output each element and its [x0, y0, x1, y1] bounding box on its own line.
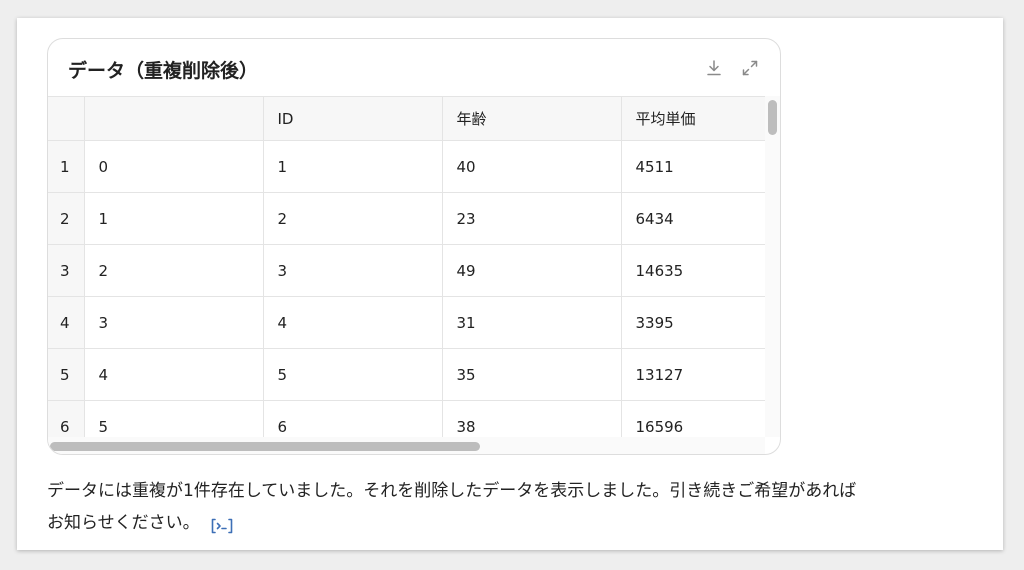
- column-header-unnamed: [84, 96, 264, 141]
- table-cell: 23: [442, 192, 622, 245]
- expand-icon[interactable]: [739, 57, 761, 79]
- table-row: 2 1 2 23 6434: [48, 192, 765, 245]
- row-index: 1: [48, 140, 85, 193]
- table-cell: 3395: [621, 296, 765, 349]
- table-cell: 49: [442, 244, 622, 297]
- card-title: データ（重複削除後）: [68, 60, 259, 82]
- table-row: 4 3 4 31 3395: [48, 296, 765, 349]
- page: データ（重複削除後） ID 年齢 平均単価 1 0 1 40 4511 2 1 …: [17, 18, 1003, 550]
- table-cell: 2: [84, 244, 264, 297]
- data-table: ID 年齢 平均単価 1 0 1 40 4511 2 1 2 23 6434 3…: [48, 96, 765, 437]
- message-line-2: お知らせください。: [47, 507, 977, 539]
- table-cell: 4: [263, 296, 443, 349]
- table-cell: 4511: [621, 140, 765, 193]
- row-index: 5: [48, 348, 85, 401]
- table-cell: 4: [84, 348, 264, 401]
- table-cell: 35: [442, 348, 622, 401]
- table-row: 6 5 6 38 16596: [48, 400, 765, 437]
- table-cell: 5: [263, 348, 443, 401]
- message-line-2-text: お知らせください。: [47, 513, 200, 533]
- table-cell: 14635: [621, 244, 765, 297]
- table-cell: 0: [84, 140, 264, 193]
- code-view-icon[interactable]: [210, 514, 234, 534]
- table-cell: 5: [84, 400, 264, 437]
- table-cell: 1: [263, 140, 443, 193]
- row-index: 6: [48, 400, 85, 437]
- table-row: 5 4 5 35 13127: [48, 348, 765, 401]
- row-index: 2: [48, 192, 85, 245]
- download-icon[interactable]: [703, 57, 725, 79]
- column-header-age: 年齢: [442, 96, 622, 141]
- horizontal-scrollbar[interactable]: [48, 437, 765, 454]
- table-cell: 13127: [621, 348, 765, 401]
- table-row: 3 2 3 49 14635: [48, 244, 765, 297]
- table-row: 1 0 1 40 4511: [48, 140, 765, 193]
- table-cell: 6434: [621, 192, 765, 245]
- column-header-avg-price: 平均単価: [621, 96, 765, 141]
- vertical-scrollbar[interactable]: [765, 96, 780, 437]
- vertical-scroll-thumb[interactable]: [768, 100, 777, 135]
- table-cell: 3: [84, 296, 264, 349]
- row-index: 4: [48, 296, 85, 349]
- table-cell: 31: [442, 296, 622, 349]
- data-table-card: データ（重複削除後） ID 年齢 平均単価 1 0 1 40 4511 2 1 …: [47, 38, 781, 455]
- table-cell: 38: [442, 400, 622, 437]
- table-cell: 2: [263, 192, 443, 245]
- horizontal-scroll-thumb[interactable]: [50, 442, 480, 451]
- table-cell: 6: [263, 400, 443, 437]
- table-cell: 3: [263, 244, 443, 297]
- row-index: 3: [48, 244, 85, 297]
- table-viewport[interactable]: ID 年齢 平均単価 1 0 1 40 4511 2 1 2 23 6434 3…: [48, 96, 765, 437]
- column-header-id: ID: [263, 96, 443, 141]
- column-header-index: [48, 96, 85, 141]
- message-line-1: データには重複が1件存在していました。それを削除したデータを表示しました。引き続…: [47, 481, 857, 501]
- table-cell: 1: [84, 192, 264, 245]
- card-header: データ（重複削除後）: [48, 39, 780, 96]
- table-cell: 16596: [621, 400, 765, 437]
- assistant-message: データには重複が1件存在していました。それを削除したデータを表示しました。引き続…: [47, 475, 977, 539]
- table-cell: 40: [442, 140, 622, 193]
- table-header-row: ID 年齢 平均単価: [48, 96, 765, 141]
